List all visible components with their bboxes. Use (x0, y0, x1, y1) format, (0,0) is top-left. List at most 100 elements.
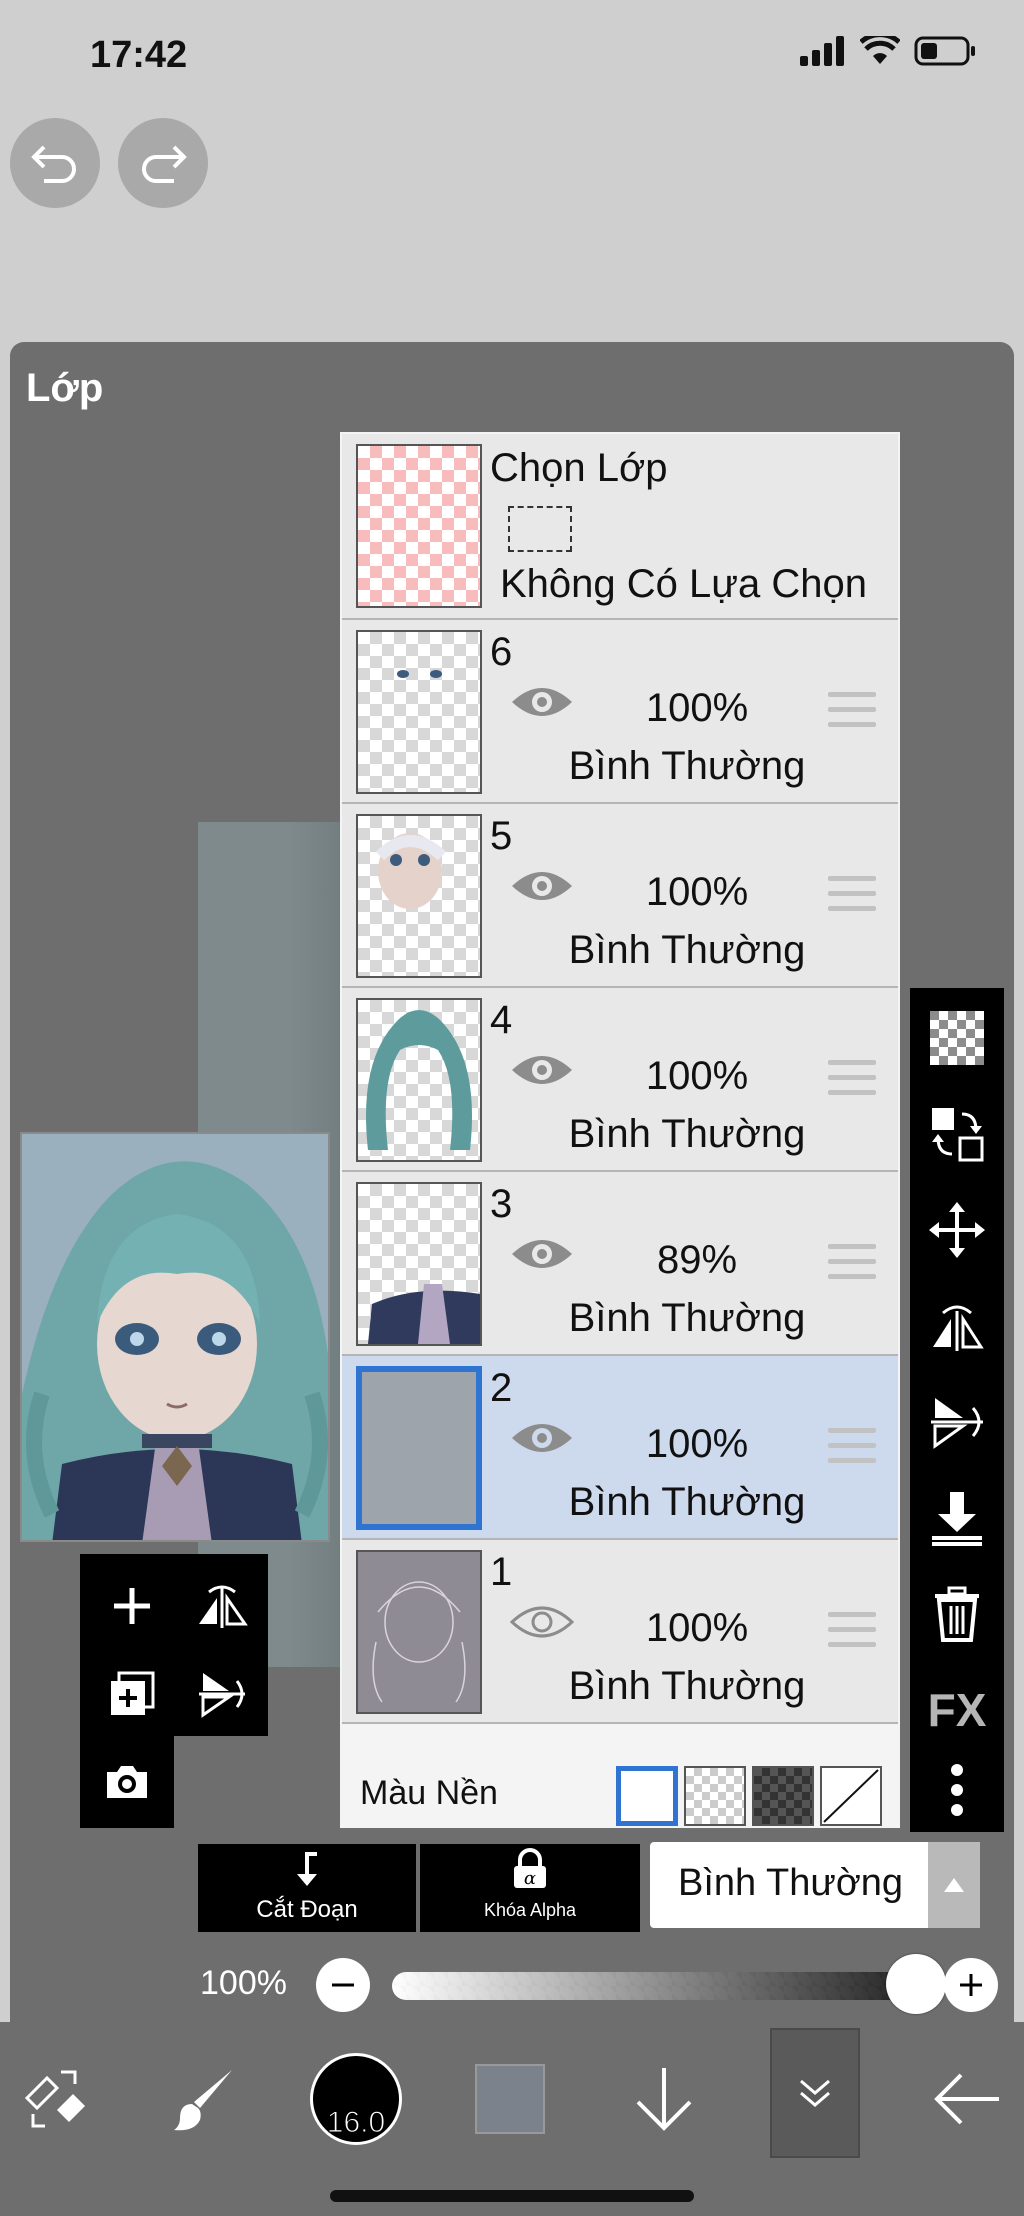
opacity-control: 100% (200, 1954, 998, 2018)
blend-mode-select[interactable]: Bình Thường (650, 1842, 980, 1928)
layer-opacity: 89% (656, 1238, 738, 1282)
eye-icon (512, 1056, 572, 1084)
visibility-toggle[interactable] (510, 680, 574, 729)
opacity-slider-knob[interactable] (886, 1954, 946, 2014)
layer-row-5[interactable]: 5 100% Bình Thường (342, 804, 898, 988)
layer-opacity: 100% (645, 1422, 749, 1466)
blend-mode-dropdown-button[interactable] (928, 1842, 980, 1928)
layer-row-4[interactable]: 4 100% Bình Thường (342, 988, 898, 1172)
status-time: 17:42 (90, 34, 188, 76)
layer-blend-mode: Bình Thường (568, 1112, 806, 1156)
copy-layer-icon (111, 1671, 155, 1715)
transparency-button[interactable] (925, 1006, 989, 1070)
layer-row-2[interactable]: 2 100% Bình Thường (342, 1356, 898, 1540)
eye-icon (512, 872, 572, 900)
brush-icon (174, 2070, 232, 2131)
layer-number: 6 (490, 630, 513, 674)
merge-down-button[interactable] (925, 1486, 989, 1550)
layers-panel-button[interactable] (770, 2028, 860, 2158)
layer-tools-bottom (80, 1736, 174, 1828)
layer-list: Chọn Lớp Không Có Lựa Chọn 6 100% Bình T… (340, 432, 900, 1828)
opacity-decrease-button[interactable] (316, 1958, 370, 2012)
plus-icon (114, 1588, 150, 1624)
background-transparent-swatch[interactable] (684, 1766, 746, 1826)
visibility-toggle[interactable] (510, 1416, 574, 1465)
clipping-button[interactable]: Cắt Đoạn (198, 1844, 416, 1932)
move-arrows-icon (929, 1202, 985, 1258)
layer-blend-mode: Bình Thường (568, 744, 806, 788)
battery-icon (914, 36, 975, 66)
more-vertical-icon (951, 1764, 963, 1816)
transform-tool-button[interactable] (14, 2044, 98, 2154)
transform-eraser-icon (24, 2070, 85, 2128)
svg-text:α: α (524, 1868, 536, 1889)
brush-size-button[interactable]: 16.0 (306, 2044, 406, 2154)
drag-handle-icon[interactable] (828, 1060, 876, 1105)
layer-opacity: 100% (645, 1054, 749, 1098)
duplicate-layer-button[interactable] (100, 1662, 164, 1726)
flip-vertical-canvas-button[interactable] (925, 1390, 989, 1454)
brush-size-indicator: 16.0 (310, 2053, 402, 2145)
lock-icon: α (514, 1848, 546, 1889)
arrow-down-icon (636, 2068, 692, 2131)
flip-horizontal-button[interactable] (190, 1574, 254, 1638)
blend-mode-value: Bình Thường (678, 1862, 904, 1904)
background-color-label: Màu Nền (360, 1774, 498, 1812)
visibility-toggle[interactable] (509, 1600, 575, 1649)
layer-number: 3 (490, 1182, 513, 1226)
layer-down-button[interactable] (626, 2044, 702, 2154)
layer-row-1[interactable]: 1 100% Bình Thường (342, 1540, 898, 1724)
drag-handle-icon[interactable] (828, 1612, 876, 1657)
visibility-toggle[interactable] (510, 864, 574, 913)
layer-swap-button[interactable] (925, 1102, 989, 1166)
bottom-toolbar: 16.0 (0, 2022, 1024, 2216)
artwork-preview-image (22, 1134, 328, 1540)
alpha-lock-label: Khóa Alpha (483, 1900, 577, 1920)
layer-tools-top (80, 1554, 268, 1736)
background-white-swatch[interactable] (616, 1766, 678, 1826)
add-layer-button[interactable] (100, 1574, 164, 1638)
selection-layer-row[interactable]: Chọn Lớp Không Có Lựa Chọn (342, 434, 898, 620)
back-button[interactable] (924, 2044, 1008, 2154)
drag-handle-icon[interactable] (828, 1244, 876, 1289)
visibility-toggle[interactable] (510, 1048, 574, 1097)
alpha-lock-button[interactable]: α Khóa Alpha (420, 1844, 640, 1932)
opacity-increase-button[interactable] (944, 1958, 998, 2012)
selection-status: Không Có Lựa Chọn (500, 562, 868, 606)
layer-thumbnail (356, 1182, 482, 1346)
selection-layer-title: Chọn Lớp (490, 446, 668, 490)
delete-layer-button[interactable] (925, 1582, 989, 1646)
eye-icon (512, 1240, 572, 1268)
flip-vertical-button[interactable] (190, 1662, 254, 1726)
background-none-swatch[interactable] (820, 1766, 882, 1826)
redo-button[interactable] (118, 118, 208, 208)
layer-row-3[interactable]: 3 89% Bình Thường (342, 1172, 898, 1356)
background-dark-checker-swatch[interactable] (752, 1766, 814, 1826)
status-icons (800, 36, 976, 66)
brush-size-value: 16.0 (326, 2106, 386, 2140)
layer-row-6[interactable]: 6 100% Bình Thường (342, 620, 898, 804)
visibility-toggle[interactable] (510, 1232, 574, 1281)
layer-blend-mode: Bình Thường (568, 1664, 806, 1708)
layer-thumbnail (356, 1550, 482, 1714)
brush-tool-button[interactable] (160, 2044, 250, 2154)
drag-handle-icon[interactable] (828, 692, 876, 737)
drag-handle-icon[interactable] (828, 1428, 876, 1473)
layer-number: 4 (490, 998, 513, 1042)
redo-icon (142, 145, 187, 183)
drag-handle-icon[interactable] (828, 876, 876, 921)
canvas-preview[interactable] (20, 1132, 330, 1542)
color-button[interactable] (472, 2044, 548, 2154)
checkerboard-icon (930, 1011, 984, 1065)
camera-layer-button[interactable] (95, 1750, 159, 1814)
layer-opacity: 100% (645, 1606, 749, 1650)
fx-button[interactable]: FX (925, 1678, 989, 1742)
layer-panel: Lớp Chọn Lớp Không Có Lựa Chọn 6 100% Bì… (10, 342, 1014, 2022)
flip-horizontal-canvas-button[interactable] (925, 1294, 989, 1358)
clipping-label: Cắt Đoạn (256, 1896, 358, 1923)
opacity-slider-track[interactable] (392, 1972, 940, 2000)
undo-button[interactable] (10, 118, 100, 208)
move-button[interactable] (925, 1198, 989, 1262)
swap-layers-icon (932, 1108, 984, 1162)
more-options-button[interactable] (925, 1758, 989, 1822)
